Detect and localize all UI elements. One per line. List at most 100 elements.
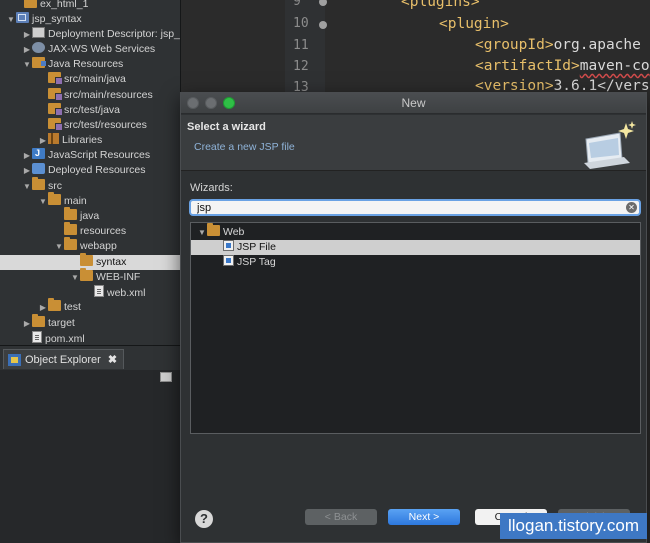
tree-item-label: Deployed Resources [48,164,146,176]
code-line: <artifactId>maven-co [475,58,650,74]
xml-text: maven-co [579,58,650,74]
tree-item-label: JSP File [237,241,276,253]
deployed-resources-icon [32,163,45,174]
tree-item-label: web.xml [107,287,146,299]
tree-item-java[interactable]: java [0,207,180,224]
tree-item-src-main-resources[interactable]: src/main/resources [0,88,180,103]
tree-item-label: Java Resources [48,58,124,70]
tree-item-label: main [64,195,87,207]
tree-toggle[interactable]: ▼ [6,12,16,27]
tab-label: Object Explorer [25,353,101,366]
tab-object-explorer[interactable]: Object Explorer ✖ [3,349,125,370]
folder-icon [32,314,45,327]
tree-item-src-main-java[interactable]: src/main/java [0,72,180,87]
tree-item-web-inf[interactable]: ▼ WEB-INF [0,268,180,285]
tree-item-label: WEB-INF [96,271,141,283]
source-folder-icon [48,72,63,85]
tree-toggle[interactable]: ▶ [38,300,48,315]
folder-icon [80,253,93,266]
tree-toggle[interactable]: ▶ [22,148,32,163]
jsp-file-icon [223,240,234,251]
tree-item-label: src/test/java [64,104,121,116]
tree-item-jsp-syntax[interactable]: ▼ jsp_syntax [0,12,180,27]
line-number: 12 [293,59,309,74]
wizard-filter-input[interactable] [191,201,639,214]
filter-field: ✕ [189,199,641,216]
tree-toggle[interactable]: ▶ [22,316,32,331]
tree-item-pom-xml[interactable]: pom.xml [0,331,180,345]
wizard-tree-item-web[interactable]: ▼ Web [191,223,640,240]
tree-item-ex-html-1[interactable]: ex_html_1 [0,0,180,12]
tree-toggle[interactable]: ▶ [22,163,32,178]
tree-item-label: pom.xml [45,333,85,345]
code-line: <groupId>org.apache [475,37,641,53]
tree-item-label: Web [223,226,245,238]
tree-item-label: src/main/resources [64,89,153,101]
tree-toggle[interactable]: ▶ [22,42,32,57]
xml-tag: <plugin> [439,16,509,32]
tree-item-label: JavaScript Resources [48,149,151,161]
tree-item-label: JSP Tag [237,256,276,268]
fold-toggle-icon[interactable] [319,21,327,29]
tree-item-label: src/main/java [64,73,126,85]
tree-item-web-xml[interactable]: web.xml [0,285,180,300]
tree-item-src[interactable]: ▼ src [0,177,180,194]
banner-subtitle: Create a new JSP file [194,141,295,153]
tree-item-deployed-resources[interactable]: ▶ Deployed Resources [0,163,180,178]
tree-item-webapp[interactable]: ▼ webapp [0,237,180,254]
line-number: 11 [293,38,309,53]
dialog-titlebar[interactable]: New [181,93,646,114]
jsp-tag-icon [223,255,234,266]
fold-toggle-icon[interactable] [319,0,327,6]
tree-item-label: src [48,180,62,192]
tree-item-label: jsp_syntax [32,13,82,25]
object-explorer-panel: Object Explorer ✖ [0,345,180,543]
tree-item-libraries[interactable]: ▶ Libraries [0,133,180,148]
tree-toggle[interactable]: ▼ [54,239,64,254]
tree-toggle[interactable]: ▼ [70,270,80,285]
wizard-tree-item-jsp-file[interactable]: JSP File [191,240,640,255]
tree-item-test[interactable]: ▶ test [0,298,180,315]
object-explorer-body [0,370,180,543]
tree-item-java-resources[interactable]: ▼ Java Resources [0,57,180,72]
next-button[interactable]: Next > [388,509,460,525]
tree-toggle[interactable]: ▶ [22,27,32,42]
xml-file-icon [32,331,42,343]
tree-item-javascript-resources[interactable]: ▶ JavaScript Resources [0,146,180,163]
watermark: llogan.tistory.com [500,513,647,539]
project-explorer: ex_html_1 ▼ jsp_syntax ▶ Deployment Descri… [0,0,180,345]
clear-filter-icon[interactable]: ✕ [626,202,637,213]
tree-item-label: target [48,317,75,329]
xml-file-icon [94,285,104,297]
help-button[interactable]: ? [195,510,213,528]
project-icon [16,12,29,23]
tree-item-main[interactable]: ▼ main [0,192,180,209]
javascript-resources-icon [32,146,45,161]
tree-toggle[interactable]: ▼ [38,194,48,209]
xml-text: org.apache [553,37,641,53]
tree-item-jax-ws[interactable]: ▶ JAX-WS Web Services [0,42,180,57]
tree-item-resources[interactable]: resources [0,222,180,239]
tree-item-label: syntax [96,256,127,268]
tree-toggle[interactable]: ▼ [22,179,32,194]
tree-toggle[interactable]: ▼ [22,57,32,72]
tree-item-src-test-resources[interactable]: src/test/resources [0,118,180,133]
code-line: <plugins> [401,0,480,10]
source-folder-icon [48,88,63,101]
wizard-tree-item-jsp-tag[interactable]: JSP Tag [191,255,640,270]
source-folder-icon [48,118,63,131]
back-button[interactable]: < Back [305,509,377,525]
xml-tag: <groupId> [475,37,554,53]
dialog-title: New [401,96,426,110]
code-line: <plugin> [439,16,509,32]
object-explorer-icon [8,353,21,366]
wizard-banner-icon [584,121,636,169]
close-icon[interactable]: ✖ [108,350,117,370]
tree-item-target[interactable]: ▶ target [0,314,180,331]
tree-toggle[interactable]: ▼ [197,225,207,240]
tree-item-syntax[interactable]: syntax [0,253,180,270]
view-menu-icon[interactable] [160,372,172,382]
source-folder-icon [48,103,63,116]
tree-item-deployment-descriptor[interactable]: ▶ Deployment Descriptor: jsp_syntax [0,27,180,42]
tree-item-src-test-java[interactable]: src/test/java [0,103,180,118]
